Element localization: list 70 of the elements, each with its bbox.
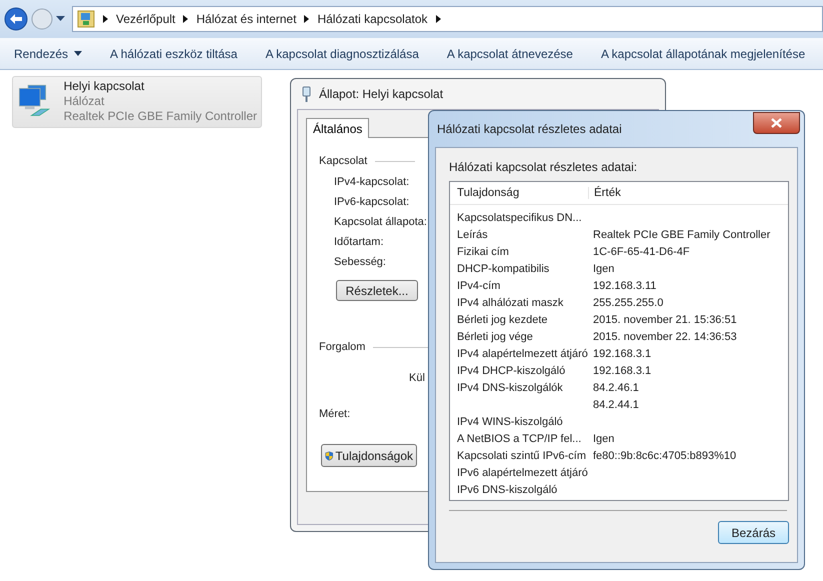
value-cell: 84.2.46.1 [593, 382, 639, 394]
adapter-name: Realtek PCIe GBE Family Controller [64, 109, 257, 124]
toolbar-button[interactable]: A kapcsolat állapotának megjelenítése [592, 42, 814, 64]
property-cell: Bérleti jog kezdete [457, 314, 548, 326]
property-cell: IPv4 alhálózati maszk [457, 296, 564, 308]
details-button[interactable]: Részletek... [336, 280, 418, 301]
window-title: Hálózati kapcsolat részletes adatai [437, 122, 622, 136]
field-label: Kapcsolat állapota: [334, 215, 427, 230]
value-cell: 2015. november 22. 14:36:53 [593, 330, 737, 342]
property-cell: DHCP-kompatibilis [457, 262, 550, 274]
property-cell: Fizikai cím [457, 246, 509, 258]
property-cell: IPv4 DHCP-kiszolgáló [457, 364, 566, 376]
connection-name: Helyi kapcsolat [64, 79, 146, 94]
value-cell: 2015. november 21. 15:36:51 [593, 314, 737, 326]
value-cell: Realtek PCIe GBE Family Controller [593, 228, 770, 240]
field-label: Időtartam: [334, 235, 384, 250]
properties-button[interactable]: Tulajdonságok [321, 444, 417, 467]
column-header[interactable]: Érték [588, 187, 621, 199]
field-label: Sebesség: [334, 255, 386, 270]
breadcrumb-item[interactable]: Hálózati kapcsolatok [317, 12, 428, 26]
column-header[interactable]: Tulajdonság [450, 187, 588, 199]
close-dialog-button[interactable]: Bezárás [718, 521, 789, 544]
column-heading: Kül [409, 372, 425, 384]
value-cell: 192.168.3.11 [593, 280, 656, 292]
property-cell: IPv4 DNS-kiszolgálók [457, 382, 563, 394]
close-icon [771, 118, 782, 128]
chevron-right-icon [304, 15, 310, 23]
breadcrumb-item[interactable]: Vezérlőpult [116, 12, 176, 26]
toolbar-button[interactable]: A kapcsolat diagnosztizálása [257, 42, 427, 64]
section-heading: Forgalom [319, 341, 366, 353]
property-cell: Bérleti jog vége [457, 330, 533, 342]
organize-menu-button[interactable]: Rendezés [6, 42, 90, 64]
toolbar-button[interactable]: A kapcsolat átnevezése [438, 42, 581, 64]
property-cell: IPv4 WINS-kiszolgáló [457, 416, 563, 428]
toolbar-button[interactable]: A hálózati eszköz tiltása [102, 42, 246, 64]
value-cell: Igen [593, 432, 614, 444]
value-cell: 84.2.44.1 [593, 398, 639, 410]
property-cell: IPv6 DNS-kiszolgáló [457, 484, 558, 496]
tab[interactable]: Általános [306, 118, 370, 138]
value-cell: 255.255.255.0 [593, 296, 664, 308]
network-plug-icon [302, 86, 311, 102]
value-cell: Igen [593, 262, 614, 274]
chevron-right-icon [183, 15, 188, 23]
property-cell: Leírás [457, 228, 488, 240]
value-cell: 1C-6F-65-41-D6-4F [593, 246, 690, 258]
field-label: IPv6-kapcsolat: [334, 195, 410, 210]
section-heading: Kapcsolat [319, 155, 368, 167]
breadcrumb-item[interactable]: Hálózat és internet [196, 12, 296, 26]
property-cell: Kapcsolati szintű IPv6-cím [457, 450, 586, 462]
property-cell: IPv4 alapértelmezett átjáró [457, 348, 588, 360]
property-cell: A NetBIOS a TCP/IP fel... [457, 432, 582, 444]
connection-item[interactable]: Helyi kapcsolat Hálózat Realtek PCIe GBE Family Controller [12, 76, 262, 128]
network-folder-icon [77, 10, 95, 28]
field-label: Méret: [319, 408, 350, 420]
value-cell: 192.168.3.1 [593, 364, 652, 376]
chevron-right-icon [436, 15, 440, 23]
value-cell: fe80::9b:8c6c:4705:b893%10 [593, 450, 736, 462]
dropdown-caret-icon[interactable] [56, 16, 65, 22]
field-label: IPv4-kapcsolat: [334, 175, 410, 190]
list-label: Hálózati kapcsolat részletes adatai: [449, 160, 638, 176]
caret-icon [74, 51, 82, 56]
window-title: Állapot: Helyi kapcsolat [319, 87, 444, 101]
network-name: Hálózat [64, 94, 106, 109]
property-cell: IPv4-cím [457, 280, 500, 292]
close-button[interactable] [753, 112, 800, 134]
address-field[interactable]: Vezérlőpult Hálózat és internet Hálózati kapcsolatok [72, 6, 823, 32]
property-cell: Kapcsolatspecifikus DN... [457, 212, 582, 224]
value-cell: 192.168.3.1 [593, 348, 652, 360]
chevron-right-icon [103, 15, 108, 23]
property-cell: IPv6 alapértelmezett átjáró [457, 466, 588, 478]
